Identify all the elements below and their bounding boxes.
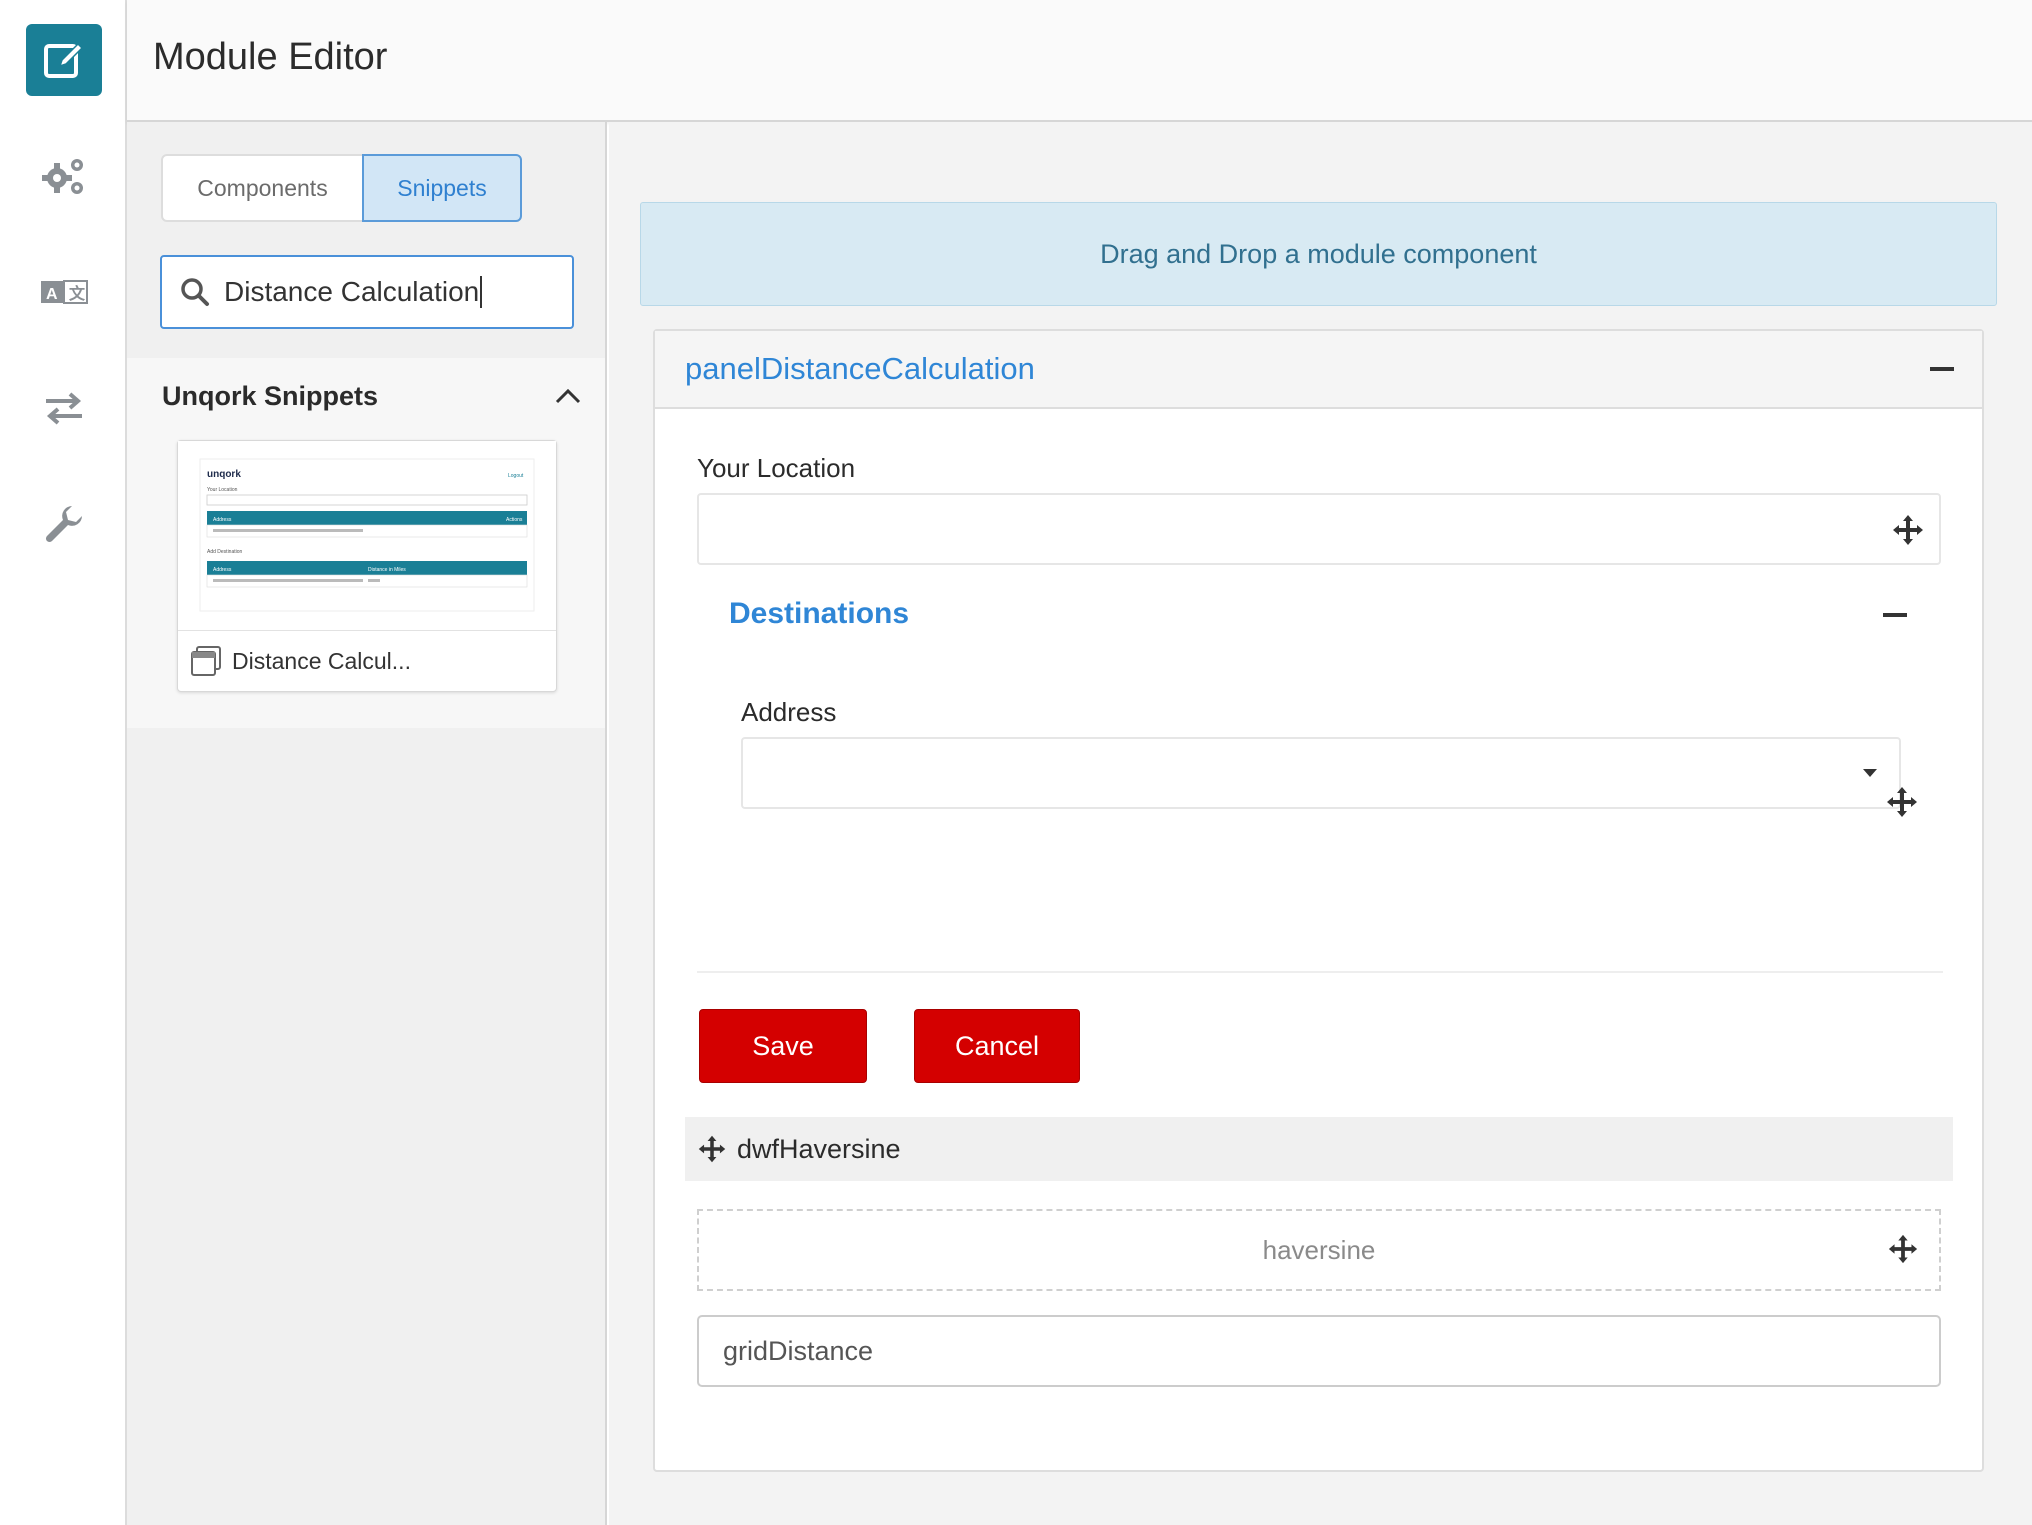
edit-icon[interactable] [26,24,102,96]
haversine-component[interactable]: haversine [697,1209,1941,1291]
snippet-card[interactable]: unqork Logout Your Location Address Acti… [177,440,557,692]
thumb-section-label: Add Destination [207,549,243,555]
address-label: Address [741,697,837,727]
search-input[interactable]: Distance Calculation [160,255,574,329]
move-icon[interactable] [1887,1233,1919,1265]
tab-components[interactable]: Components [161,154,364,222]
search-value: Distance Calculation [224,276,480,307]
dwf-haversine-row[interactable]: dwfHaversine [685,1117,1953,1181]
cancel-button[interactable]: Cancel [914,1009,1080,1083]
snippet-footer: Distance Calcul... [178,631,556,691]
wrench-icon[interactable] [30,496,98,552]
snippet-label: Distance Calcul... [232,647,411,674]
translate-icon[interactable]: A 文 [30,264,98,320]
panel-header[interactable]: panelDistanceCalculation [655,331,1982,409]
builder-canvas: Drag and Drop a module component panelDi… [609,122,2032,1525]
icon-rail: A 文 [0,0,127,1525]
window-icon [191,646,221,676]
dwf-label: dwfHaversine [737,1133,901,1164]
gears-icon[interactable] [30,148,98,204]
svg-text:A: A [46,286,58,303]
address-select[interactable] [741,737,1901,809]
thumb-header-col1: Address [213,517,232,523]
thumb-location-label: Your Location [207,487,238,493]
tab-snippets[interactable]: Snippets [362,154,522,222]
grid-label: gridDistance [723,1335,874,1366]
your-location-label: Your Location [697,453,856,483]
thumb-brand: unqork [207,469,241,480]
drop-zone-hint[interactable]: Drag and Drop a module component [640,202,1997,306]
panel-distance-calculation[interactable]: panelDistanceCalculation Your Location D… [653,329,1984,1472]
move-icon[interactable] [1891,513,1925,547]
save-button[interactable]: Save [699,1009,867,1083]
destinations-title[interactable]: Destinations [729,597,909,631]
haversine-label: haversine [1262,1234,1376,1265]
collapse-icon[interactable] [1883,613,1907,617]
swap-arrows-icon[interactable] [30,380,98,436]
thumb-header-col2: Actions [506,517,523,523]
search-icon [181,278,209,306]
thumb-link: Logout [508,473,524,479]
page-title: Module Editor [153,36,388,78]
collapse-icon[interactable] [1930,367,1954,371]
panel-title[interactable]: panelDistanceCalculation [685,351,1035,387]
side-panel: Components Snippets Distance Calculation… [127,122,607,1525]
text-caret [480,276,483,308]
snippet-thumbnail: unqork Logout Your Location Address Acti… [178,441,556,631]
section-title: Unqork Snippets [162,380,379,411]
top-header: Module Editor [127,0,2032,122]
move-icon[interactable] [697,1134,727,1164]
your-location-field[interactable] [697,493,1941,565]
destinations-panel[interactable]: Destinations Address [697,593,1943,973]
tab-group: Components Snippets [161,154,522,222]
chevron-down-icon [1863,769,1877,777]
snippets-section-header[interactable]: Unqork Snippets [162,358,582,434]
svg-text:文: 文 [69,284,86,303]
move-icon[interactable] [1885,785,1919,819]
snippets-section: Unqork Snippets unqork Logout Your Locat… [127,358,605,728]
thumb-table-col2: Distance in Miles [368,567,406,573]
thumb-table-col1: Address [213,567,232,573]
chevron-up-icon[interactable] [554,387,582,405]
grid-distance-component[interactable]: gridDistance [697,1315,1941,1387]
